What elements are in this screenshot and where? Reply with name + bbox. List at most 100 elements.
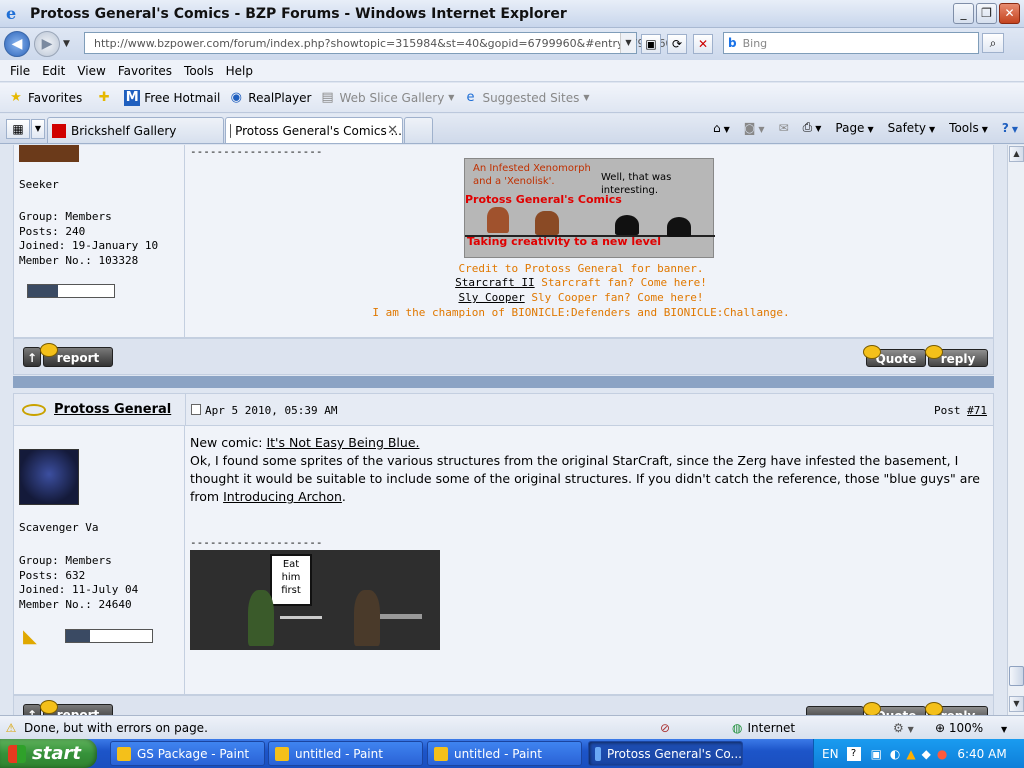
tab-brickshelf[interactable]: Brickshelf Gallery [47,117,224,143]
xenolisk-sprite [535,211,559,235]
report-button[interactable]: report [40,700,113,715]
network-icon[interactable]: ▣ [871,747,882,761]
mail-icon[interactable]: ✉ [779,121,789,135]
language-indicator[interactable]: EN [822,747,839,761]
scroll-down-icon[interactable]: ▼ [1009,696,1024,712]
tab-list-dropdown-icon[interactable]: ▼ [31,119,45,139]
post-number-link[interactable]: #71 [967,404,987,417]
start-button[interactable]: start [0,739,97,768]
status-text: Done, but with errors on page. [24,720,208,735]
menu-edit[interactable]: Edit [42,64,65,78]
page-menu-label: Page [835,120,865,135]
tray-alert-icon[interactable]: ▲ [906,747,915,761]
warning-icon[interactable]: ⚠ [4,721,18,735]
sly-cooper-link[interactable]: Sly Cooper [458,291,524,304]
address-dropdown-icon[interactable]: ▼ [620,33,636,53]
menu-tools[interactable]: Tools [184,64,214,78]
scroll-top-button[interactable]: ↑ [23,347,41,367]
popup-blocker-icon[interactable]: ⊘ [660,721,670,735]
award-icon: ◣ [23,626,37,647]
task-gs-package-paint[interactable]: GS Package - Paint [110,741,265,766]
safety-menu[interactable]: Safety ▼ [888,121,936,135]
new-tab-button[interactable] [404,117,433,143]
member-posts: Posts: 632 [19,569,86,582]
feeds-icon[interactable]: ◙ ▼ [744,121,765,135]
sc2-link[interactable]: Starcraft II [455,276,534,289]
menu-favorites[interactable]: Favorites [118,64,172,78]
help-icon[interactable]: ? ▼ [1002,121,1018,135]
security-zone[interactable]: ◍ Internet [732,721,795,735]
alien-sprite-2 [667,217,691,237]
fav-web-slice-label: Web Slice Gallery [339,90,445,105]
fav-suggested-sites[interactable]: e Suggested Sites ▼ [462,90,589,106]
close-tab-icon[interactable]: ✕ [387,123,398,138]
bing-logo-icon: b [728,36,737,50]
post-date-text: Apr 5 2010, 05:39 AM [205,404,338,417]
search-box[interactable]: b Bing [723,32,979,54]
post-71: Scavenger Va Group: Members Posts: 632 J… [13,425,994,695]
protected-mode-icon[interactable]: ⚙ ▼ [893,721,914,735]
post-author-link[interactable]: Protoss General [54,402,171,417]
back-button[interactable]: ◀ [4,31,30,57]
page-menu[interactable]: Page ▼ [835,121,873,135]
tools-menu[interactable]: Tools ▼ [949,121,988,135]
forward-button[interactable]: ▶ [34,31,60,57]
quote-button[interactable]: Quote [863,345,926,367]
scroll-thumb[interactable] [1009,666,1024,686]
fav-realplayer[interactable]: ◉ RealPlayer [228,90,312,106]
help-tray-icon[interactable]: ? [846,746,861,761]
stop-button[interactable]: ✕ [693,34,713,54]
reply-button[interactable]: reply [925,702,988,715]
tray-app-icon[interactable]: ◐ [890,747,900,761]
comic-banner[interactable]: An Infested Xenomorph and a 'Xenolisk'. … [464,158,715,258]
edit-button[interactable] [806,706,864,715]
comic-image[interactable]: Eat him first [190,550,440,650]
menu-file[interactable]: File [10,64,30,78]
menu-bar: File Edit View Favorites Tools Help [0,60,1024,82]
menu-view[interactable]: View [77,64,105,78]
comic-link[interactable]: It's Not Easy Being Blue. [266,435,419,450]
ie-task-icon [595,746,601,761]
archon-link[interactable]: Introducing Archon [223,489,342,504]
compatibility-button[interactable]: ▣ [641,34,661,54]
page-content: Seeker Group: Members Posts: 240 Joined:… [0,145,1007,715]
add-favorite-button[interactable]: ✚ [96,90,116,106]
command-bar: ⌂ ▼ ◙ ▼ ✉ ⎙ ▼ Page ▼ Safety ▼ Tools ▼ ? ▼ [713,120,1018,135]
reputation-bar [65,629,153,643]
report-label: report [56,708,100,715]
history-dropdown-icon[interactable]: ▼ [63,39,70,49]
clock[interactable]: 6:40 AM [957,747,1006,761]
fav-free-hotmail[interactable]: M Free Hotmail [124,89,220,106]
task-protoss-comics-ie[interactable]: Protoss General's Co... [588,741,743,766]
vertical-scrollbar[interactable]: ▲ ▼ [1007,145,1024,715]
post-71-actions: ↑ report Quote reply [13,695,994,715]
quote-button[interactable]: Quote [863,702,926,715]
task-untitled-paint-1[interactable]: untitled - Paint [268,741,423,766]
refresh-button[interactable]: ⟳ [667,34,687,54]
address-bar[interactable]: http://www.bzpower.com/forum/index.php?s… [84,32,673,54]
tray-fire-icon[interactable]: ● [937,747,947,761]
tab-protoss-comics[interactable]: Protoss General's Comics ... ✕ [225,117,403,143]
address-url[interactable]: http://www.bzpower.com/forum/index.php?s… [94,37,673,50]
minimize-button[interactable]: _ [953,3,974,24]
menu-help[interactable]: Help [226,64,253,78]
print-icon[interactable]: ⎙ ▼ [803,120,822,135]
zoom-level[interactable]: ⊕ 100% ▼ [935,721,1007,735]
scroll-top-button[interactable]: ↑ [23,704,41,715]
restore-button[interactable]: ❐ [976,3,997,24]
favorites-button[interactable]: ★ Favorites [8,90,82,106]
quote-bubble-icon [863,345,881,359]
close-button[interactable]: ✕ [999,3,1020,24]
report-button[interactable]: report [40,343,113,367]
fav-web-slice-gallery[interactable]: ▤ Web Slice Gallery ▼ [320,90,454,106]
zoom-level-label: 100% [948,720,984,735]
reply-button[interactable]: reply [925,345,988,367]
task-untitled-paint-2[interactable]: untitled - Paint [427,741,582,766]
scroll-up-icon[interactable]: ▲ [1009,146,1024,162]
quick-tabs-button[interactable]: ▦ [6,119,30,139]
search-button[interactable]: ⌕ [982,33,1004,53]
shield-icon[interactable]: ◆ [922,747,931,761]
alert-icon [40,700,58,714]
home-icon[interactable]: ⌂ ▼ [713,121,730,135]
ie-logo-icon: e [6,3,17,23]
